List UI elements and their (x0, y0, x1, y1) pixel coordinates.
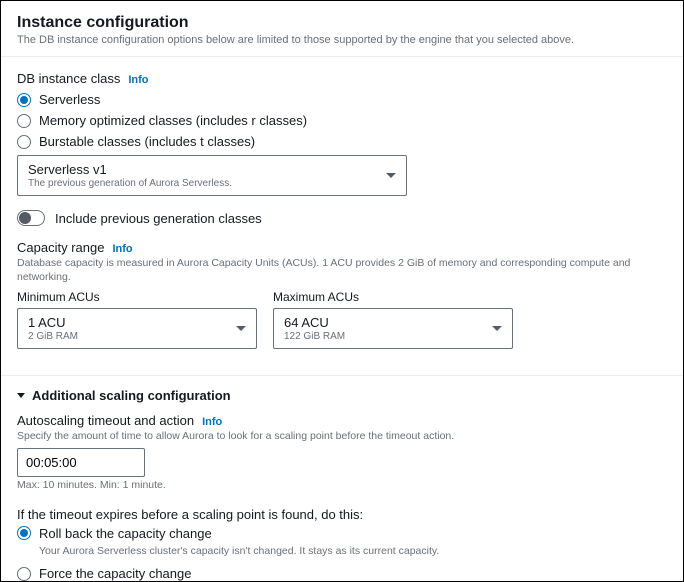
autoscaling-timeout-help: Specify the amount of time to allow Auro… (17, 430, 667, 444)
radio-serverless[interactable]: Serverless (17, 92, 667, 107)
autoscaling-timeout-info-link[interactable]: Info (202, 416, 222, 428)
radio-button-icon (17, 93, 31, 107)
select-subtext: The previous generation of Aurora Server… (28, 178, 232, 189)
autoscaling-timeout-input[interactable] (17, 448, 145, 477)
serverless-version-select[interactable]: Serverless v1 The previous generation of… (17, 155, 407, 196)
radio-memory-optimized-label: Memory optimized classes (includes r cla… (39, 113, 307, 128)
minimum-acus-label: Minimum ACUs (17, 290, 257, 304)
radio-force-label: Force the capacity change (39, 566, 191, 581)
capacity-range-info-link[interactable]: Info (112, 243, 132, 255)
additional-scaling-expander[interactable]: Additional scaling configuration (1, 376, 683, 403)
radio-button-icon (17, 114, 31, 128)
select-value: Serverless v1 (28, 162, 232, 177)
additional-scaling-title: Additional scaling configuration (32, 388, 231, 403)
db-instance-class-info-link[interactable]: Info (128, 74, 148, 86)
chevron-down-icon (386, 173, 396, 178)
radio-memory-optimized[interactable]: Memory optimized classes (includes r cla… (17, 113, 667, 128)
radio-button-icon (17, 135, 31, 149)
min-acu-sub: 2 GiB RAM (28, 331, 78, 342)
panel-header: Instance configuration The DB instance c… (1, 1, 683, 57)
capacity-range-label: Capacity range (17, 240, 104, 255)
autoscaling-timeout-label: Autoscaling timeout and action (17, 413, 194, 428)
autoscaling-timeout-constraint: Max: 10 minutes. Min: 1 minute. (17, 479, 667, 493)
radio-burstable-label: Burstable classes (includes t classes) (39, 134, 255, 149)
radio-rollback-desc: Your Aurora Serverless cluster's capacit… (39, 545, 667, 559)
maximum-acus-label: Maximum ACUs (273, 290, 513, 304)
db-instance-class-label: DB instance class (17, 71, 120, 86)
radio-button-icon (17, 567, 31, 581)
include-previous-generation-toggle[interactable] (17, 210, 45, 226)
radio-burstable[interactable]: Burstable classes (includes t classes) (17, 134, 667, 149)
radio-rollback[interactable]: Roll back the capacity change (17, 526, 667, 541)
panel-description: The DB instance configuration options be… (17, 34, 667, 46)
radio-rollback-label: Roll back the capacity change (39, 526, 212, 541)
minimum-acus-select[interactable]: 1 ACU 2 GiB RAM (17, 308, 257, 349)
min-acu-value: 1 ACU (28, 315, 78, 330)
max-acu-sub: 122 GiB RAM (284, 331, 345, 342)
chevron-down-icon (492, 326, 502, 331)
db-instance-class-section: DB instance class Info Serverless Memory… (1, 57, 683, 357)
panel-title: Instance configuration (17, 14, 667, 32)
capacity-range-help: Database capacity is measured in Aurora … (17, 257, 667, 284)
maximum-acus-select[interactable]: 64 ACU 122 GiB RAM (273, 308, 513, 349)
toggle-knob-icon (19, 212, 31, 224)
radio-force[interactable]: Force the capacity change (17, 566, 667, 581)
timeout-action-prompt: If the timeout expires before a scaling … (17, 507, 667, 522)
radio-serverless-label: Serverless (39, 92, 100, 107)
max-acu-value: 64 ACU (284, 315, 345, 330)
db-instance-class-radio-group: Serverless Memory optimized classes (inc… (17, 92, 667, 149)
additional-scaling-body: Autoscaling timeout and action Info Spec… (1, 403, 683, 582)
caret-down-icon (17, 393, 25, 398)
include-previous-generation-label: Include previous generation classes (55, 211, 262, 226)
instance-configuration-panel: Instance configuration The DB instance c… (0, 0, 684, 582)
radio-button-icon (17, 526, 31, 540)
chevron-down-icon (236, 326, 246, 331)
